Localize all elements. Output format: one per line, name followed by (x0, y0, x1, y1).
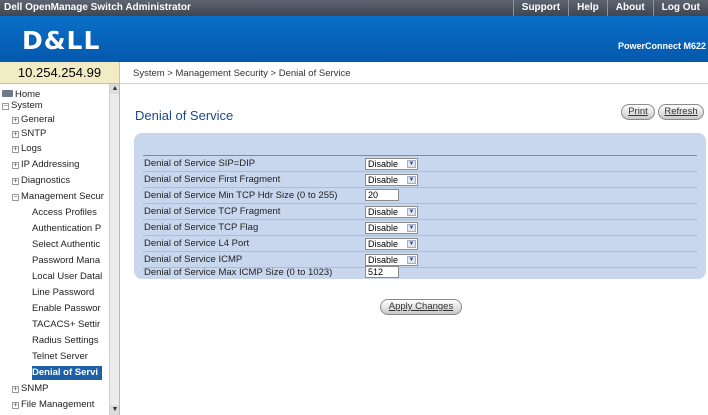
tree-item-radius-settings[interactable]: Radius Settings (32, 334, 99, 348)
support-link[interactable]: Support (512, 0, 568, 16)
row-label-tcp-fragment: Denial of Service TCP Fragment (144, 206, 281, 217)
logout-link[interactable]: Log Out (652, 0, 708, 16)
collapse-icon[interactable]: − (2, 103, 9, 110)
nav-tree: Home − System + General + SNTP + Logs + IP Ad… (0, 84, 120, 415)
tree-item-local-user-database[interactable]: Local User Datal (32, 270, 102, 284)
row-label-l4-port: Denial of Service L4 Port (144, 238, 250, 249)
tcp-flag-select[interactable]: Disable ▼ (365, 222, 418, 234)
first-fragment-select[interactable]: Disable ▼ (365, 174, 418, 186)
row-label-first-fragment: Denial of Service First Fragment (144, 174, 281, 185)
row-divider (143, 251, 697, 252)
tree-item-file-management[interactable]: + File Management (12, 398, 94, 412)
print-button[interactable]: Print (621, 104, 655, 120)
row-label-tcp-flag: Denial of Service TCP Flag (144, 222, 259, 233)
brand-bar: D&LL PowerConnect M622 (0, 16, 708, 62)
row-label-max-icmp-size: Denial of Service Max ICMP Size (0 to 10… (144, 267, 333, 278)
dell-logo: D&LL (22, 26, 101, 55)
folder-icon (2, 90, 13, 97)
tree-item-select-authentication[interactable]: Select Authentic (32, 238, 100, 252)
tree-item-logs[interactable]: + Logs (12, 142, 42, 156)
tree-item-management-security[interactable]: − Management Secur (12, 190, 104, 204)
tree-item-access-profiles[interactable]: Access Profiles (32, 206, 97, 220)
tree-item-authentication-profiles[interactable]: Authentication P (32, 222, 101, 236)
min-tcp-hdr-input[interactable]: 20 (365, 189, 399, 201)
chevron-down-icon[interactable]: ▼ (407, 256, 416, 264)
panel-divider (143, 155, 697, 156)
chevron-down-icon[interactable]: ▼ (407, 208, 416, 216)
expand-icon[interactable]: + (12, 131, 19, 138)
tree-item-tacacs-settings[interactable]: TACACS+ Settir (32, 318, 100, 332)
row-divider (143, 171, 697, 172)
row-divider (143, 187, 697, 188)
tcp-fragment-select[interactable]: Disable ▼ (365, 206, 418, 218)
tree-item-enable-password[interactable]: Enable Passwor (32, 302, 101, 316)
row-label-min-tcp-hdr: Denial of Service Min TCP Hdr Size (0 to… (144, 190, 338, 201)
product-name: PowerConnect M622 (617, 41, 706, 51)
row-divider (143, 235, 697, 236)
row-divider (143, 219, 697, 220)
breadcrumb-bar: System > Management Security > Denial of… (120, 62, 708, 84)
expand-icon[interactable]: + (12, 386, 19, 393)
expand-icon[interactable]: + (12, 402, 19, 409)
row-label-sip-dip: Denial of Service SIP=DIP (144, 158, 256, 169)
ip-address: 10.254.254.99 (0, 62, 120, 84)
tree-item-password-management[interactable]: Password Mana (32, 254, 100, 268)
icmp-select[interactable]: Disable ▼ (365, 254, 418, 266)
chevron-down-icon[interactable]: ▼ (407, 240, 416, 248)
refresh-button[interactable]: Refresh (658, 104, 704, 120)
chevron-down-icon[interactable]: ▼ (407, 160, 416, 168)
collapse-icon[interactable]: − (12, 194, 19, 201)
expand-icon[interactable]: + (12, 117, 19, 124)
tree-item-ip-addressing[interactable]: + IP Addressing (12, 158, 79, 172)
expand-icon[interactable]: + (12, 162, 19, 169)
scroll-up-icon[interactable]: ▲ (110, 84, 119, 94)
l4-port-select[interactable]: Disable ▼ (365, 238, 418, 250)
expand-icon[interactable]: + (12, 146, 19, 153)
scroll-down-icon[interactable]: ▼ (110, 405, 119, 415)
expand-icon[interactable]: + (12, 178, 19, 185)
row-label-icmp: Denial of Service ICMP (144, 254, 243, 265)
apply-changes-button[interactable]: Apply Changes (380, 299, 462, 315)
max-icmp-size-input[interactable]: 512 (365, 266, 399, 278)
tree-item-sntp[interactable]: + SNTP (12, 127, 46, 141)
tree-item-system[interactable]: − System (2, 99, 43, 113)
tree-item-line-password[interactable]: Line Password (32, 286, 94, 300)
tree-item-general[interactable]: + General (12, 113, 55, 127)
tree-item-snmp[interactable]: + SNMP (12, 382, 48, 396)
tree-item-telnet-server[interactable]: Telnet Server (32, 350, 88, 364)
tree-item-denial-of-service[interactable]: Denial of Servi (32, 366, 102, 380)
top-bar: Dell OpenManage Switch Administrator Sup… (0, 0, 708, 16)
breadcrumb: System > Management Security > Denial of… (133, 68, 351, 79)
tree-scrollbar[interactable]: ▲ ▼ (109, 84, 119, 415)
page-title: Denial of Service (135, 108, 234, 123)
app-title: Dell OpenManage Switch Administrator (4, 2, 191, 13)
sip-dip-select[interactable]: Disable ▼ (365, 158, 418, 170)
tree-item-diagnostics[interactable]: + Diagnostics (12, 174, 70, 188)
chevron-down-icon[interactable]: ▼ (407, 176, 416, 184)
about-link[interactable]: About (606, 0, 653, 16)
row-divider (143, 203, 697, 204)
top-links: Support Help About Log Out (512, 0, 708, 16)
settings-panel: Denial of Service SIP=DIP Disable ▼ Denia… (134, 133, 706, 279)
help-link[interactable]: Help (568, 0, 607, 16)
chevron-down-icon[interactable]: ▼ (407, 224, 416, 232)
